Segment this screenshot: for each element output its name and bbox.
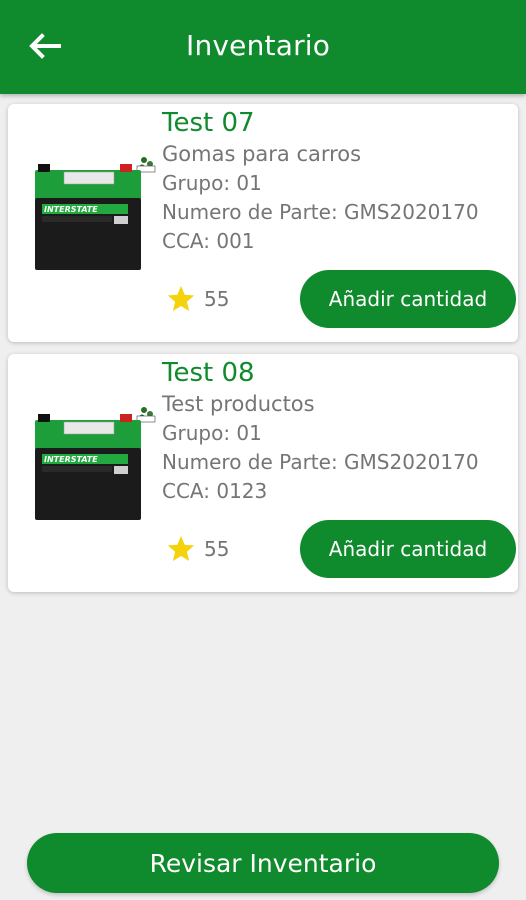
star-icon — [167, 285, 195, 311]
product-description: Gomas para carros — [162, 142, 362, 166]
rating-value: 55 — [204, 287, 230, 311]
product-card: INTERSTATE Test 08 Test productos Grupo:… — [8, 354, 518, 592]
svg-text:INTERSTATE: INTERSTATE — [44, 455, 98, 464]
star-icon — [167, 535, 195, 561]
product-card: INTERSTATE Test 07 Gomas para carros Gru… — [8, 104, 518, 342]
page-title: Inventario — [186, 29, 331, 62]
svg-text:INTERSTATE: INTERSTATE — [44, 205, 98, 214]
product-rating: 55 — [166, 534, 229, 564]
tree-logo-icon — [136, 157, 156, 173]
product-cca: CCA: 0123 — [162, 479, 268, 503]
battery-image: INTERSTATE — [35, 407, 156, 520]
product-part-number: Numero de Parte: GMS2020170 — [162, 450, 479, 474]
product-title: Test 08 — [162, 358, 255, 388]
product-rating: 55 — [166, 284, 229, 314]
arrow-left-icon — [29, 33, 61, 59]
product-group: Grupo: 01 — [162, 421, 262, 445]
app-bar: Inventario — [0, 0, 526, 94]
product-part-number: Numero de Parte: GMS2020170 — [162, 200, 479, 224]
tree-logo-icon — [136, 407, 156, 423]
rating-value: 55 — [204, 537, 230, 561]
add-quantity-button[interactable]: Añadir cantidad — [300, 270, 516, 328]
product-group: Grupo: 01 — [162, 171, 262, 195]
review-inventory-button[interactable]: Revisar Inventario — [27, 833, 499, 893]
product-description: Test productos — [162, 392, 315, 416]
battery-image: INTERSTATE — [35, 157, 156, 270]
add-quantity-button[interactable]: Añadir cantidad — [300, 520, 516, 578]
product-title: Test 07 — [162, 108, 255, 138]
product-cca: CCA: 001 — [162, 229, 255, 253]
back-button[interactable] — [22, 26, 70, 66]
